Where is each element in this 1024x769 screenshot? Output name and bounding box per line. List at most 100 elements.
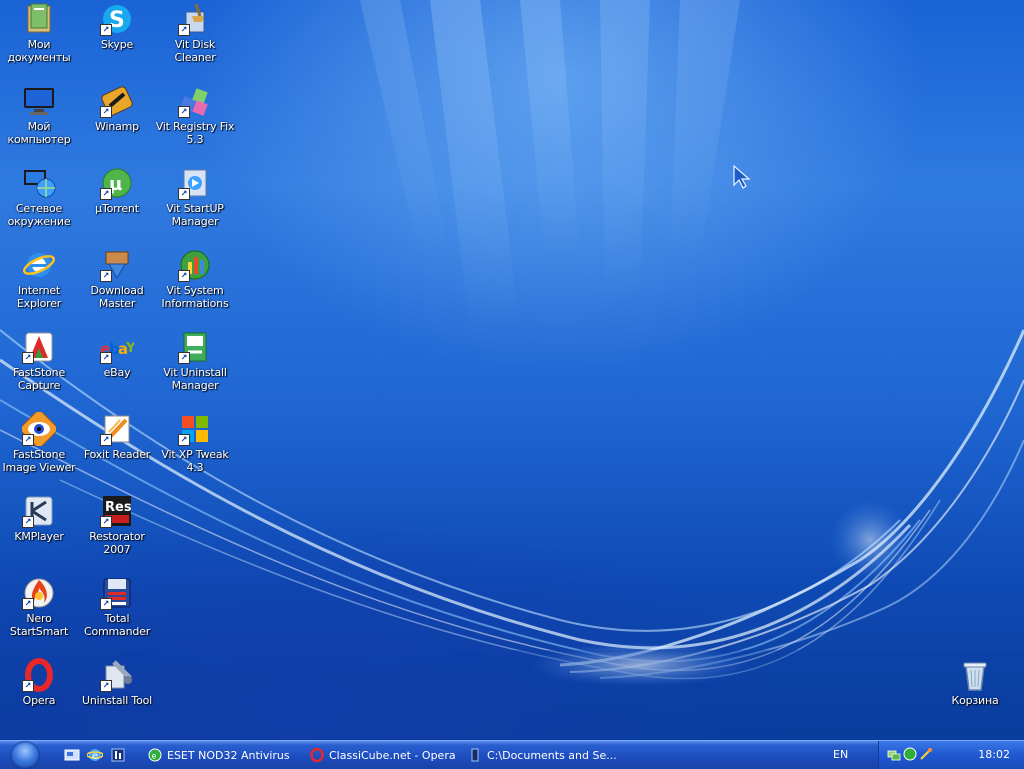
utorrent-icon: µ ↗ <box>100 166 134 200</box>
svg-text:e: e <box>92 751 98 762</box>
desktop-icon-label: Vit System Informations <box>161 284 229 310</box>
desktop-icon-label: Skype <box>100 38 134 51</box>
desktop-icon-label: Vit StartUP Manager <box>166 202 224 228</box>
language-indicator[interactable]: EN <box>833 748 848 761</box>
desktop-icon-uninstall-tool[interactable]: ↗ Uninstall Tool <box>78 658 156 736</box>
desktop-icon-internet-explorer[interactable]: Internet Explorer <box>0 248 78 326</box>
desktop-icon-recycle-bin[interactable]: Корзина <box>936 658 1014 736</box>
desktop-icon-utorrent[interactable]: µ ↗ µTorrent <box>78 166 156 244</box>
desktop-icon-foxit-reader[interactable]: ↗ Foxit Reader <box>78 412 156 490</box>
desktop-icon-label: FastStone Capture <box>12 366 66 392</box>
desktop-icon-label: eBay <box>103 366 131 379</box>
network-tray-icon[interactable] <box>887 747 901 761</box>
shortcut-arrow-icon: ↗ <box>100 106 112 118</box>
task-label: ClassiCube.net - Opera <box>329 748 456 762</box>
foxit-reader-icon: ↗ <box>100 412 134 446</box>
task-eset-nod32[interactable]: e ESET NOD32 Antivirus <box>148 744 298 766</box>
kmplayer-icon: ↗ <box>22 494 56 528</box>
desktop-icon-winamp[interactable]: ↗ Winamp <box>78 84 156 162</box>
shortcut-arrow-icon: ↗ <box>100 516 112 528</box>
shortcut-arrow-icon: ↗ <box>178 188 190 200</box>
desktop-icon-vit-startup-manager[interactable]: ↗ Vit StartUP Manager <box>156 166 234 244</box>
nero-icon: ↗ <box>22 576 56 610</box>
desktop-icon-nero[interactable]: ↗ Nero StartSmart <box>0 576 78 654</box>
desktop-icon-vit-system-info[interactable]: ↗ Vit System Informations <box>156 248 234 326</box>
desktop-icon-label: Мой компьютер <box>7 120 71 146</box>
opera-icon: ↗ <box>22 658 56 692</box>
desktop-icon-faststone-viewer[interactable]: ↗ FastStone Image Viewer <box>0 412 78 490</box>
shortcut-arrow-icon: ↗ <box>178 270 190 282</box>
desktop-icon-vit-disk-cleaner[interactable]: ↗ Vit Disk Cleaner <box>156 2 234 80</box>
desktop-icon-label: Корзина <box>951 694 999 707</box>
shortcut-arrow-icon: ↗ <box>178 352 190 364</box>
svg-text:e: e <box>152 752 157 761</box>
desktop-icon-vit-uninstall-manager[interactable]: ↗ Vit Uninstall Manager <box>156 330 234 408</box>
desktop-icon-skype[interactable]: S ↗ Skype <box>78 2 156 80</box>
start-button[interactable] <box>10 741 40 769</box>
desktop-icon-vit-registry-fix[interactable]: ↗ Vit Registry Fix 5.3 <box>156 84 234 162</box>
folder-icon <box>468 748 482 762</box>
faststone-capture-icon: ↗ <box>22 330 56 364</box>
shortcut-arrow-icon: ↗ <box>22 434 34 446</box>
internet-explorer-icon <box>22 248 56 282</box>
desktop-icon-label: Restorator 2007 <box>89 530 145 556</box>
desktop-icon-network[interactable]: Сетевое окружение <box>0 166 78 244</box>
shortcut-arrow-icon: ↗ <box>22 352 34 364</box>
ebay-icon: e b a Y ↗ <box>100 330 134 364</box>
winamp-icon: ↗ <box>100 84 134 118</box>
desktop-icon-label: FastStone Image Viewer <box>2 448 76 474</box>
desktop-icon-my-computer[interactable]: Мой компьютер <box>0 84 78 162</box>
shortcut-arrow-icon: ↗ <box>22 516 34 528</box>
task-opera[interactable]: ClassiCube.net - Opera <box>310 744 460 766</box>
task-explorer-folder[interactable]: C:\Documents and Se... <box>468 744 618 766</box>
desktop-icon-label: Vit Registry Fix 5.3 <box>155 120 235 146</box>
desktop-icon-total-commander[interactable]: ↗ Total Commander <box>78 576 156 654</box>
vit-startup-manager-icon: ↗ <box>178 166 212 200</box>
quicklaunch-show-desktop[interactable] <box>63 746 81 764</box>
desktop-icon-label: Nero StartSmart <box>9 612 69 638</box>
desktop-icon-faststone-capture[interactable]: ↗ FastStone Capture <box>0 330 78 408</box>
shortcut-arrow-icon: ↗ <box>178 106 190 118</box>
task-label: ESET NOD32 Antivirus <box>167 748 290 762</box>
total-commander-icon: ↗ <box>100 576 134 610</box>
desktop-icon-label: Vit Uninstall Manager <box>163 366 227 392</box>
quicklaunch-internet-explorer[interactable]: e <box>86 746 104 764</box>
desktop-icon-label: Opera <box>22 694 56 707</box>
opera-icon <box>310 748 324 762</box>
desktop-icon-vit-xp-tweak[interactable]: ↗ Vit XP Tweak 4.3 <box>156 412 234 490</box>
shortcut-arrow-icon: ↗ <box>178 24 190 36</box>
vit-disk-cleaner-icon: ↗ <box>178 2 212 36</box>
shortcut-arrow-icon: ↗ <box>100 24 112 36</box>
desktop-icon-download-master[interactable]: ↗ Download Master <box>78 248 156 326</box>
quicklaunch-media[interactable] <box>109 746 127 764</box>
system-tray: EN 18:02 <box>833 741 1024 769</box>
desktop-icon-ebay[interactable]: e b a Y ↗ eBay <box>78 330 156 408</box>
desktop-icon-label: Uninstall Tool <box>81 694 152 707</box>
shortcut-arrow-icon: ↗ <box>178 434 190 446</box>
desktop-icon-label: Vit XP Tweak 4.3 <box>161 448 229 474</box>
desktop-icon-restorator[interactable]: Res ↗ Restorator 2007 <box>78 494 156 572</box>
vit-xp-tweak-icon: ↗ <box>178 412 212 446</box>
mouse-cursor-icon <box>733 165 751 189</box>
media-icon <box>111 748 125 762</box>
desktop-icon-label: KMPlayer <box>14 530 64 543</box>
shortcut-arrow-icon: ↗ <box>100 434 112 446</box>
utility-tray-icon[interactable] <box>919 747 933 761</box>
desktop-icon-kmplayer[interactable]: ↗ KMPlayer <box>0 494 78 572</box>
eset-icon: e <box>148 748 162 762</box>
uninstall-tool-icon: ↗ <box>100 658 134 692</box>
vit-system-info-icon: ↗ <box>178 248 212 282</box>
shortcut-arrow-icon: ↗ <box>22 680 34 692</box>
skype-icon: S ↗ <box>100 2 134 36</box>
desktop-icon-label: Total Commander <box>83 612 151 638</box>
taskbar: e e ESET NOD32 Antivirus ClassiCube.net … <box>0 740 1024 769</box>
desktop-icon-folder-documents[interactable]: Мои документы <box>0 2 78 80</box>
desktop-icon-opera[interactable]: ↗ Opera <box>0 658 78 736</box>
desktop-icon-label: Мои документы <box>7 38 71 64</box>
eset-tray-icon[interactable] <box>903 747 917 761</box>
vit-registry-fix-icon: ↗ <box>178 84 212 118</box>
show-desktop-icon <box>64 749 80 761</box>
restorator-icon: Res ↗ <box>100 494 134 528</box>
desktop-icon-label: µTorrent <box>95 202 139 215</box>
clock[interactable]: 18:02 <box>978 748 1010 761</box>
